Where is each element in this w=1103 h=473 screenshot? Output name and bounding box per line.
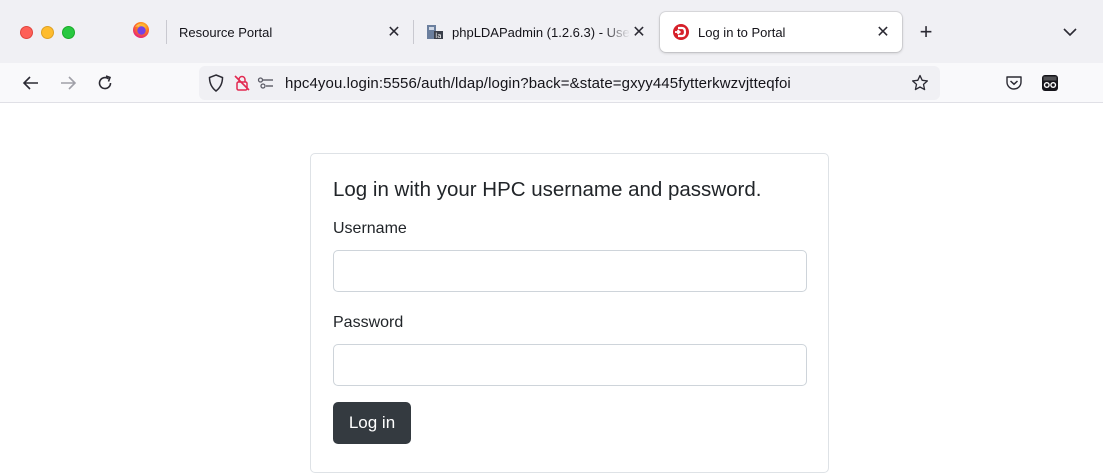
pocket-icon[interactable] (1004, 73, 1024, 93)
reload-icon[interactable] (95, 73, 115, 93)
tab-log-in-to-portal[interactable]: Log in to Portal ✕ (660, 12, 902, 52)
blocked-permission-icon[interactable] (233, 74, 251, 92)
username-input[interactable] (333, 250, 807, 292)
window-maximize-button[interactable] (62, 26, 75, 39)
username-label: Username (333, 220, 407, 237)
pinned-tab[interactable] (116, 12, 166, 52)
back-arrow-icon[interactable] (21, 73, 41, 93)
new-tab-icon[interactable]: + (914, 19, 938, 44)
shield-icon[interactable] (207, 74, 225, 92)
phpldapadmin-icon: la (426, 23, 444, 41)
login-card: Log in with your HPC username and passwo… (310, 153, 829, 473)
tab-title: Log in to Portal (698, 24, 786, 40)
navigation-toolbar: hpc4you.login:5556/auth/ldap/login?back=… (0, 63, 1103, 103)
tab-strip: Resource Portal ✕ la phpLDAPadmin (1.2.6… (0, 0, 1103, 63)
svg-text:la: la (435, 32, 441, 40)
chevron-down-icon[interactable] (1060, 22, 1080, 42)
close-tab-icon[interactable]: ✕ (874, 23, 892, 41)
address-bar[interactable]: hpc4you.login:5556/auth/ldap/login?back=… (199, 66, 940, 100)
close-tab-icon[interactable]: ✕ (630, 23, 648, 41)
password-label: Password (333, 314, 404, 331)
portal-logo-icon (672, 23, 690, 41)
log-in-button[interactable]: Log in (333, 402, 411, 444)
tab-title: Resource Portal (179, 24, 273, 40)
tab-resource-portal[interactable]: Resource Portal ✕ (167, 12, 413, 52)
connection-icon[interactable] (257, 74, 275, 92)
url-text[interactable]: hpc4you.login:5556/auth/ldap/login?back=… (285, 75, 791, 92)
extension-icon[interactable] (1040, 73, 1060, 93)
window-minimize-button[interactable] (41, 26, 54, 39)
bookmark-star-icon[interactable] (910, 73, 930, 93)
login-heading: Log in with your HPC username and passwo… (333, 178, 762, 201)
password-input[interactable] (333, 344, 807, 386)
tab-title: phpLDAPadmin (1.2.6.3) - User / (452, 24, 630, 40)
close-tab-icon[interactable]: ✕ (385, 23, 403, 41)
tab-phpldapadmin[interactable]: la phpLDAPadmin (1.2.6.3) - User / ✕ (414, 12, 658, 52)
window-close-button[interactable] (20, 26, 33, 39)
firefox-icon (132, 21, 150, 44)
forward-arrow-icon[interactable] (58, 73, 78, 93)
